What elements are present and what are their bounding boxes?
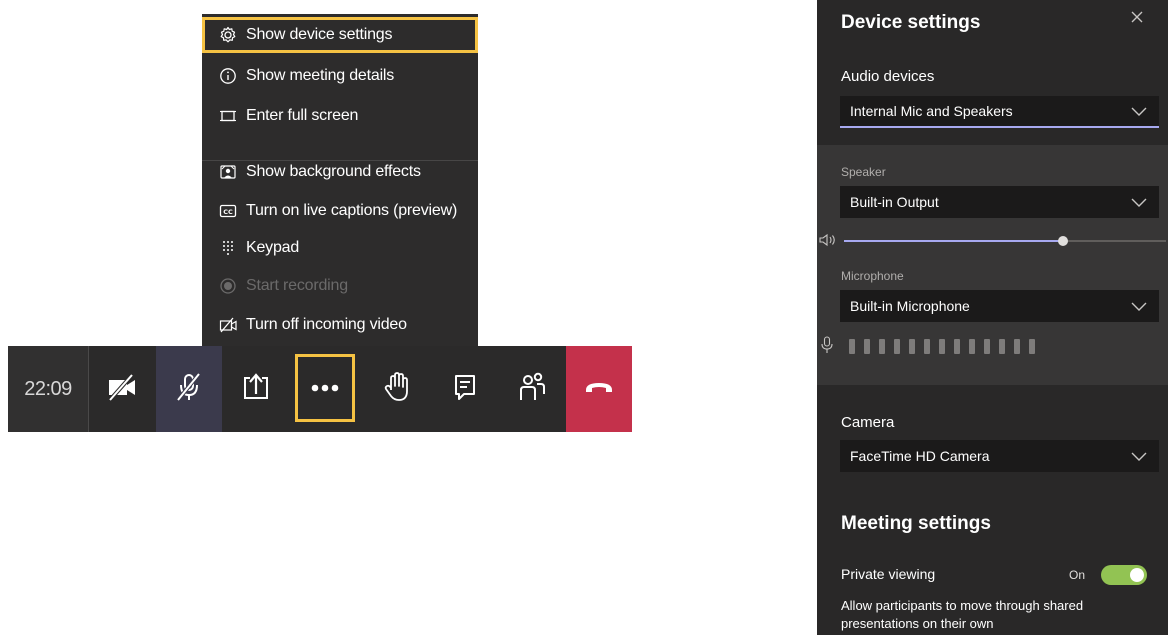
mic-level-segment [954,339,960,354]
mic-level-meter [849,339,1035,354]
menu-item-meeting-details[interactable]: Show meeting details [202,58,478,94]
chat-button[interactable] [432,346,498,432]
menu-item-full-screen[interactable]: Enter full screen [202,98,478,134]
menu-item-device-settings[interactable]: Show device settings [202,17,478,53]
share-screen-button[interactable] [223,346,289,432]
mic-level-segment [984,339,990,354]
raise-hand-button[interactable] [364,346,430,432]
camera-dropdown[interactable]: FaceTime HD Camera [840,440,1159,472]
mic-level-segment [1014,339,1020,354]
mic-off-icon [172,370,206,409]
camera-toggle-button[interactable] [89,346,155,432]
dropdown-value: Built-in Microphone [850,298,970,314]
slider-fill [844,240,1063,242]
keypad-icon [218,238,238,258]
mic-level-segment [864,339,870,354]
mic-level-segment [894,339,900,354]
dropdown-value: FaceTime HD Camera [850,448,990,464]
toggle-knob [1130,568,1144,582]
chevron-down-icon [1131,448,1147,464]
menu-item-keypad[interactable]: Keypad [202,230,478,266]
speaker-volume-slider[interactable] [844,236,1166,246]
menu-item-incoming-video[interactable]: Turn off incoming video [202,307,478,343]
mic-level-segment [909,339,915,354]
dropdown-value: Built-in Output [850,194,939,210]
hang-up-icon [582,377,616,402]
mic-level-segment [849,339,855,354]
menu-item-label: Show meeting details [246,67,395,84]
info-icon [218,66,238,86]
slider-thumb[interactable] [1057,236,1068,246]
mic-toggle-button[interactable] [156,346,222,432]
hang-up-button[interactable] [566,346,632,432]
camera-label: Camera [841,414,895,431]
menu-item-label: Keypad [246,239,300,256]
toggle-state-label: On [1069,568,1086,582]
participants-button[interactable] [499,346,565,432]
panel-title: Device settings [841,12,981,33]
share-screen-icon [239,370,273,409]
menu-item-label: Turn on live captions (preview) [246,202,458,219]
meeting-timer: 22:09 [8,346,88,432]
microphone-icon [821,336,833,359]
audio-device-dropdown[interactable]: Internal Mic and Speakers [840,96,1159,128]
camera-off-icon [105,370,139,409]
speaker-label: Speaker [841,165,886,179]
mic-level-segment [969,339,975,354]
menu-item-label: Turn off incoming video [246,316,407,333]
microphone-label: Microphone [841,269,904,283]
meeting-settings-heading: Meeting settings [841,513,991,534]
microphone-dropdown[interactable]: Built-in Microphone [840,290,1159,322]
private-viewing-label: Private viewing [841,566,936,582]
menu-item-start-recording: Start recording [202,268,478,304]
audio-devices-label: Audio devices [841,68,935,85]
menu-item-label: Show background effects [246,163,421,180]
device-settings-panel: Device settings Audio devices Internal M… [817,0,1168,635]
chat-icon [448,370,482,409]
speaker-volume-icon [819,233,839,252]
mic-level-segment [879,339,885,354]
svg-text:CC: CC [223,208,233,216]
menu-item-live-captions[interactable]: CC Turn on live captions (preview) [202,193,478,229]
chevron-down-icon [1131,103,1147,119]
meeting-toolbar: 22:09 [8,346,632,432]
private-viewing-description: Allow participants to move through share… [841,598,1084,631]
dropdown-value: Internal Mic and Speakers [850,103,1013,119]
chevron-down-icon [1131,298,1147,314]
video-off-icon [218,315,238,335]
speaker-dropdown[interactable]: Built-in Output [840,186,1159,218]
mic-level-segment [1029,339,1035,354]
participants-icon [515,370,549,409]
mic-level-segment [999,339,1005,354]
mic-level-segment [939,339,945,354]
more-options-menu: Show device settings Show meeting detail… [202,14,478,346]
close-button[interactable] [1131,10,1143,28]
mic-level-segment [924,339,930,354]
close-icon [1131,10,1143,27]
raise-hand-icon [380,370,414,409]
fullscreen-icon [218,106,238,126]
menu-item-label: Show device settings [246,26,393,43]
captions-icon: CC [218,201,238,221]
chevron-down-icon [1131,194,1147,210]
menu-item-background-effects[interactable]: Show background effects [202,154,478,190]
background-effects-icon [218,162,238,182]
menu-item-label: Enter full screen [246,107,359,124]
record-icon [218,276,238,296]
private-viewing-row: Private viewing On [841,565,1151,587]
gear-icon [218,25,238,45]
more-options-highlight [295,354,355,422]
menu-item-label: Start recording [246,277,348,294]
private-viewing-toggle[interactable] [1101,565,1147,585]
